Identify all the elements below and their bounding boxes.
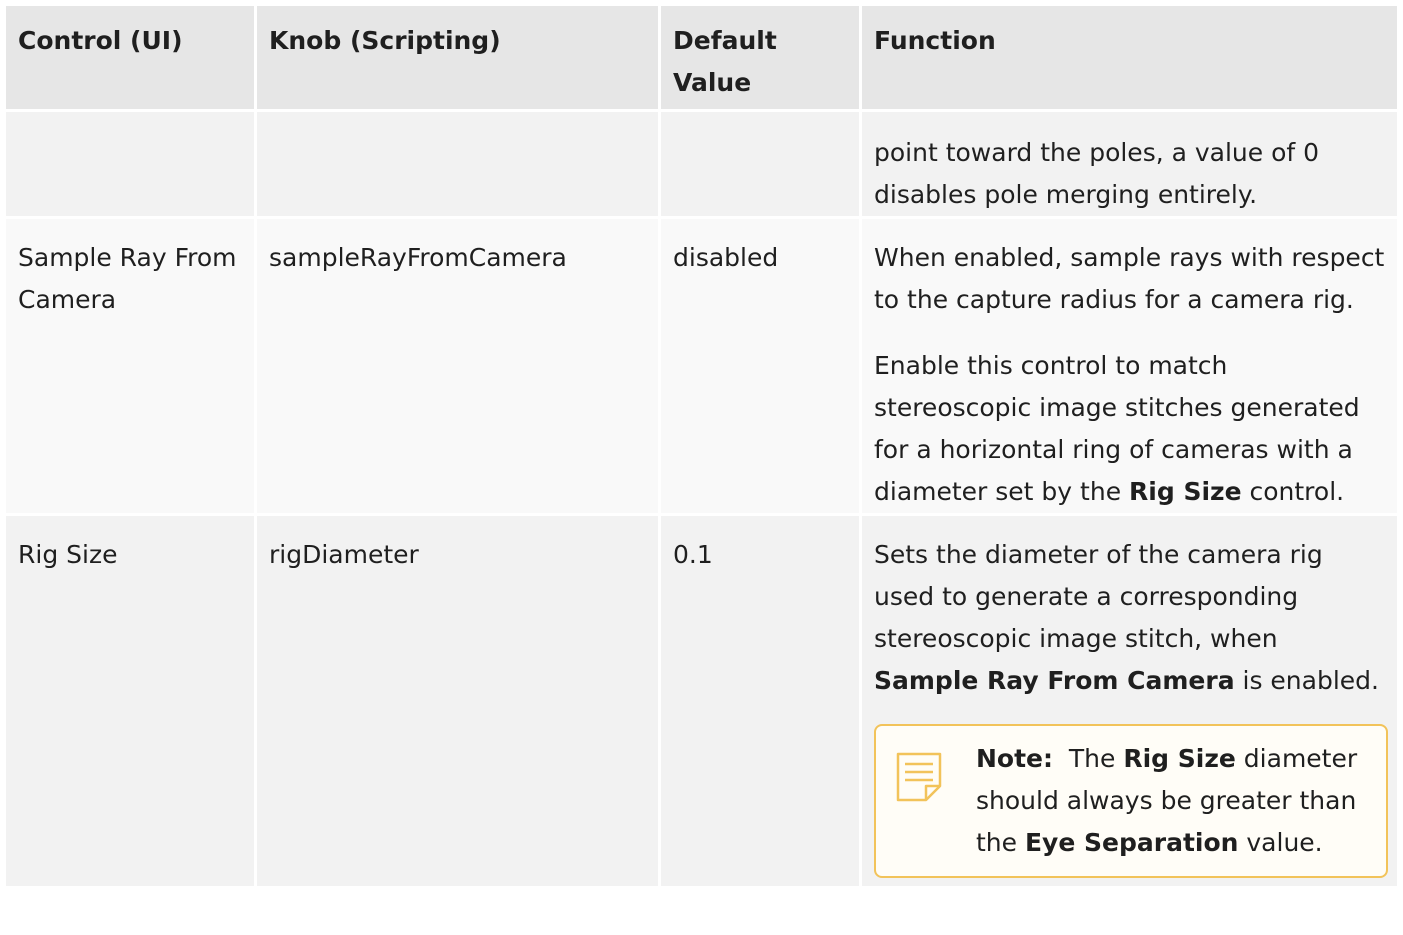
table-row: point toward the poles, a value of 0 dis… — [6, 112, 1397, 216]
text-span: is enabled. — [1234, 666, 1379, 695]
table-row: Sample Ray From Camera sampleRayFromCame… — [6, 219, 1397, 513]
parameters-table: Control (UI) Knob (Scripting) Default Va… — [3, 3, 1400, 889]
bold-term: Rig Size — [1129, 477, 1242, 506]
text-span: Sets the diameter of the camera rig used… — [874, 540, 1323, 653]
header-default-value: Default Value — [661, 6, 859, 109]
cell-control: Rig Size — [6, 516, 254, 886]
bold-term: Rig Size — [1123, 744, 1236, 773]
header-knob: Knob (Scripting) — [257, 6, 658, 109]
cell-control: Sample Ray From Camera — [6, 219, 254, 513]
bold-term: Sample Ray From Camera — [874, 666, 1235, 695]
cell-default: 0.1 — [661, 516, 859, 886]
text-span: The — [1053, 744, 1124, 773]
note-icon — [876, 738, 976, 864]
cell-default: disabled — [661, 219, 859, 513]
cell-control — [6, 112, 254, 216]
cell-knob: rigDiameter — [257, 516, 658, 886]
cell-function: When enabled, sample rays with respect t… — [862, 219, 1397, 513]
table-header-row: Control (UI) Knob (Scripting) Default Va… — [6, 6, 1397, 109]
function-paragraph: When enabled, sample rays with respect t… — [874, 243, 1385, 314]
header-function: Function — [862, 6, 1397, 109]
cell-function: Sets the diameter of the camera rig used… — [862, 516, 1397, 886]
note-callout: Note: The Rig Size diameter should alway… — [874, 724, 1388, 878]
cell-function: point toward the poles, a value of 0 dis… — [862, 112, 1397, 216]
header-control: Control (UI) — [6, 6, 254, 109]
note-text: Note: The Rig Size diameter should alway… — [976, 738, 1368, 864]
text-span: control. — [1241, 477, 1345, 506]
function-paragraph: Enable this control to match stereoscopi… — [874, 345, 1385, 513]
note-label: Note: — [976, 744, 1054, 773]
cell-knob: sampleRayFromCamera — [257, 219, 658, 513]
cell-default — [661, 112, 859, 216]
text-span: value. — [1238, 828, 1323, 857]
function-paragraph: Sets the diameter of the camera rig used… — [874, 534, 1385, 702]
cell-knob — [257, 112, 658, 216]
table-row: Rig Size rigDiameter 0.1 Sets the diamet… — [6, 516, 1397, 886]
bold-term: Eye Separation — [1024, 828, 1239, 857]
